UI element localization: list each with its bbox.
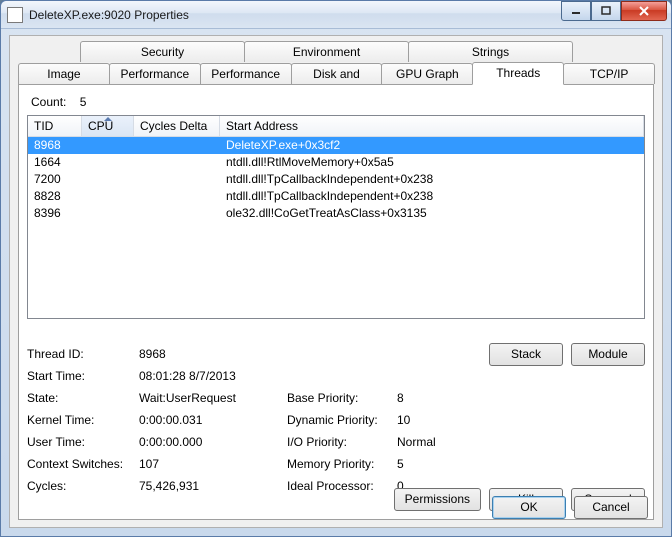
tab-tcpip[interactable]: TCP/IP [563, 63, 655, 84]
list-body: 8968 DeleteXP.exe+0x3cf2 1664 ntdll.dll!Rtl… [28, 137, 644, 318]
threads-page: Count: 5 TID CPU Cycles Delta Start Addr… [18, 84, 654, 520]
cell-sa: ntdll.dll!TpCallbackIndependent+0x238 [220, 188, 644, 205]
thread-list[interactable]: TID CPU Cycles Delta Start Address 8968 D… [27, 115, 645, 319]
start-time-value: 08:01:28 8/7/2013 [139, 369, 287, 383]
col-cycles-delta[interactable]: Cycles Delta [134, 116, 220, 136]
mem-prio-label: Memory Priority: [287, 457, 397, 471]
thread-details: Thread ID: 8968 Start Time: 08:01:28 8/7… [27, 343, 645, 497]
list-header: TID CPU Cycles Delta Start Address [28, 116, 644, 137]
state-value: Wait:UserRequest [139, 391, 287, 405]
table-row[interactable]: 7200 ntdll.dll!TpCallbackIndependent+0x23… [28, 171, 644, 188]
cell-tid: 8968 [28, 137, 82, 154]
thread-id-label: Thread ID: [27, 347, 139, 361]
cell-cd [134, 171, 220, 188]
cell-sa: DeleteXP.exe+0x3cf2 [220, 137, 644, 154]
table-row[interactable]: 8828 ntdll.dll!TpCallbackIndependent+0x23… [28, 188, 644, 205]
base-prio-value: 8 [397, 391, 457, 405]
cell-cd [134, 154, 220, 171]
cell-sa: ntdll.dll!TpCallbackIndependent+0x238 [220, 171, 644, 188]
thread-count: Count: 5 [31, 95, 645, 109]
app-icon [7, 7, 23, 23]
cell-tid: 7200 [28, 171, 82, 188]
kernel-time-label: Kernel Time: [27, 413, 139, 427]
ctx-switch-label: Context Switches: [27, 457, 139, 471]
base-prio-label: Base Priority: [287, 391, 397, 405]
tab-security[interactable]: Security [80, 41, 245, 62]
tab-environment[interactable]: Environment [244, 41, 409, 62]
dialog-buttons: OK Cancel [10, 487, 662, 527]
tab-row-lower: Image Performance Performance Graph Disk… [10, 62, 662, 84]
cell-cpu [82, 188, 134, 205]
cell-cpu [82, 205, 134, 222]
cell-sa: ole32.dll!CoGetTreatAsClass+0x3135 [220, 205, 644, 222]
tab-row-upper: Security Environment Strings [10, 40, 662, 62]
maximize-button[interactable] [591, 1, 621, 21]
sort-arrow-icon [104, 117, 112, 121]
tab-threads[interactable]: Threads [472, 62, 564, 85]
titlebar[interactable]: DeleteXP.exe:9020 Properties [1, 1, 671, 29]
io-prio-label: I/O Priority: [287, 435, 397, 449]
ok-button[interactable]: OK [492, 496, 566, 519]
mem-prio-value: 5 [397, 457, 457, 471]
minimize-button[interactable] [561, 1, 591, 21]
io-prio-value: Normal [397, 435, 457, 449]
start-time-label: Start Time: [27, 369, 139, 383]
cell-cpu [82, 154, 134, 171]
tab-disk-network[interactable]: Disk and Network [291, 63, 383, 84]
cell-tid: 8396 [28, 205, 82, 222]
user-time-value: 0:00:00.000 [139, 435, 287, 449]
tab-gpu-graph[interactable]: GPU Graph [381, 63, 473, 84]
col-start-address[interactable]: Start Address [220, 116, 644, 136]
window-title: DeleteXP.exe:9020 Properties [29, 8, 561, 22]
cell-cd [134, 188, 220, 205]
properties-window: DeleteXP.exe:9020 Properties Security En… [0, 0, 672, 537]
close-button[interactable] [621, 1, 667, 21]
tab-strings[interactable]: Strings [408, 41, 573, 62]
kernel-time-value: 0:00:00.031 [139, 413, 287, 427]
client-area: Security Environment Strings Image Perfo… [9, 35, 663, 528]
table-row[interactable]: 8396 ole32.dll!CoGetTreatAsClass+0x3135 [28, 205, 644, 222]
user-time-label: User Time: [27, 435, 139, 449]
state-label: State: [27, 391, 139, 405]
col-tid[interactable]: TID [28, 116, 82, 136]
ctx-switch-value: 107 [139, 457, 287, 471]
cell-cd [134, 137, 220, 154]
cancel-button[interactable]: Cancel [574, 496, 648, 519]
dyn-prio-value: 10 [397, 413, 457, 427]
cell-tid: 1664 [28, 154, 82, 171]
table-row[interactable]: 8968 DeleteXP.exe+0x3cf2 [28, 137, 644, 154]
cell-cpu [82, 171, 134, 188]
count-label: Count: [31, 95, 66, 109]
table-row[interactable]: 1664 ntdll.dll!RtlMoveMemory+0x5a5 [28, 154, 644, 171]
cell-tid: 8828 [28, 188, 82, 205]
cell-cpu [82, 137, 134, 154]
count-value: 5 [80, 95, 87, 109]
cell-sa: ntdll.dll!RtlMoveMemory+0x5a5 [220, 154, 644, 171]
tab-image[interactable]: Image [18, 63, 110, 84]
thread-id-value: 8968 [139, 347, 287, 361]
cell-cd [134, 205, 220, 222]
dyn-prio-label: Dynamic Priority: [287, 413, 397, 427]
col-cpu[interactable]: CPU [82, 116, 134, 136]
tab-performance[interactable]: Performance [109, 63, 201, 84]
tab-performance-graph[interactable]: Performance Graph [200, 63, 292, 84]
